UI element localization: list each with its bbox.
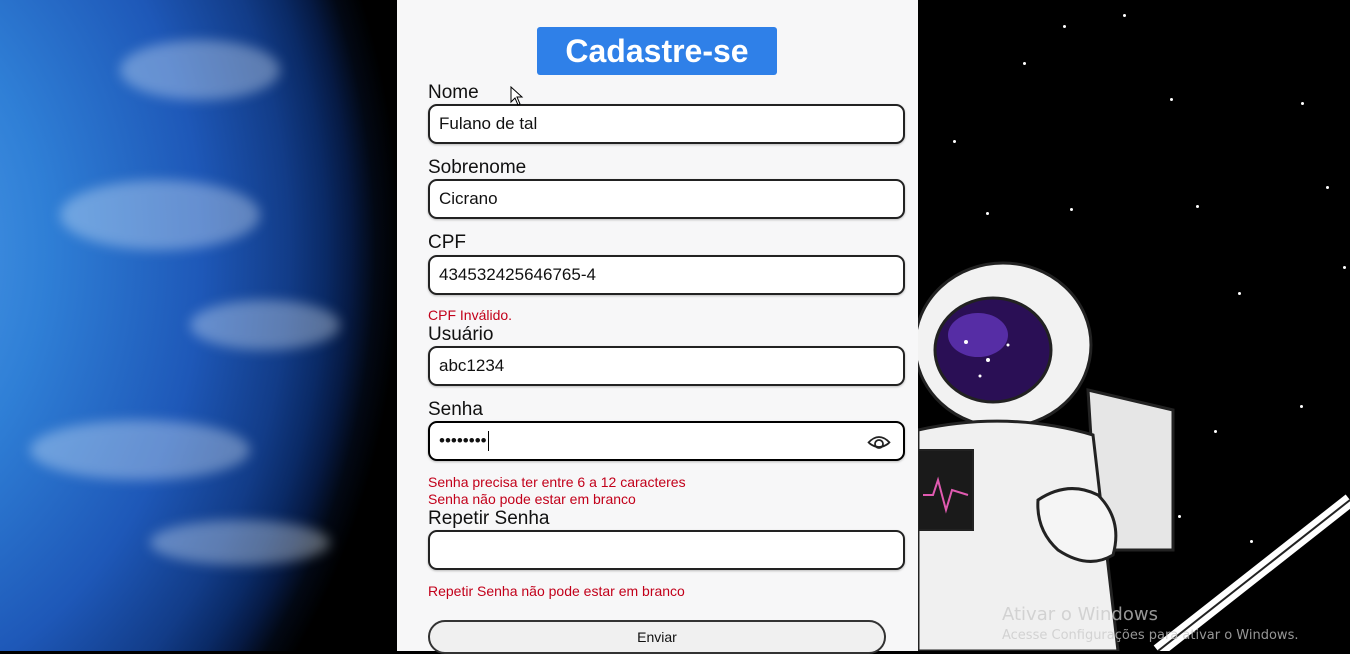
nome-label: Nome [428,82,479,103]
signup-form-panel: Cadastre-se Nome Fulano de tal Sobrenome… [397,0,918,654]
nome-input[interactable]: Fulano de tal [428,104,905,144]
astronaut-illustration [918,261,1350,651]
usuario-label: Usuário [428,324,494,345]
sobrenome-input-value: Cicrano [439,189,498,208]
sobrenome-input[interactable]: Cicrano [428,179,905,219]
senha-input-value: •••••••• [439,431,487,450]
repetir-senha-input[interactable] [428,530,905,570]
watermark-subtitle: Acesse Configurações para ativar o Windo… [1002,628,1299,643]
usuario-input[interactable]: abc1234 [428,346,905,386]
sobrenome-label: Sobrenome [428,157,527,178]
eye-icon[interactable] [867,432,891,452]
senha-error-blank: Senha não pode estar em branco [428,491,636,507]
senha-input[interactable]: •••••••• [428,421,905,461]
text-caret [487,431,489,451]
watermark-title: Ativar o Windows [1002,604,1158,625]
senha-error-length: Senha precisa ter entre 6 a 12 caractere… [428,474,686,490]
mouse-pointer-icon [510,86,524,106]
repetir-senha-label: Repetir Senha [428,508,550,529]
cpf-label: CPF [428,232,466,253]
windows-activation-watermark: Ativar o Windows Acesse Configurações pa… [1002,604,1298,643]
cpf-input[interactable]: 434532425646765-4 [428,255,905,295]
cpf-error: CPF Inválido. [428,307,513,323]
nome-input-value: Fulano de tal [439,114,538,133]
space-astronaut-background [918,0,1350,651]
earth-background [0,0,397,651]
senha-label: Senha [428,399,483,420]
usuario-input-value: abc1234 [439,356,505,375]
form-title: Cadastre-se [537,27,777,75]
cpf-input-value: 434532425646765-4 [439,265,596,284]
repetir-senha-error: Repetir Senha não pode estar em branco [428,583,685,599]
enviar-button[interactable]: Enviar [428,620,886,654]
